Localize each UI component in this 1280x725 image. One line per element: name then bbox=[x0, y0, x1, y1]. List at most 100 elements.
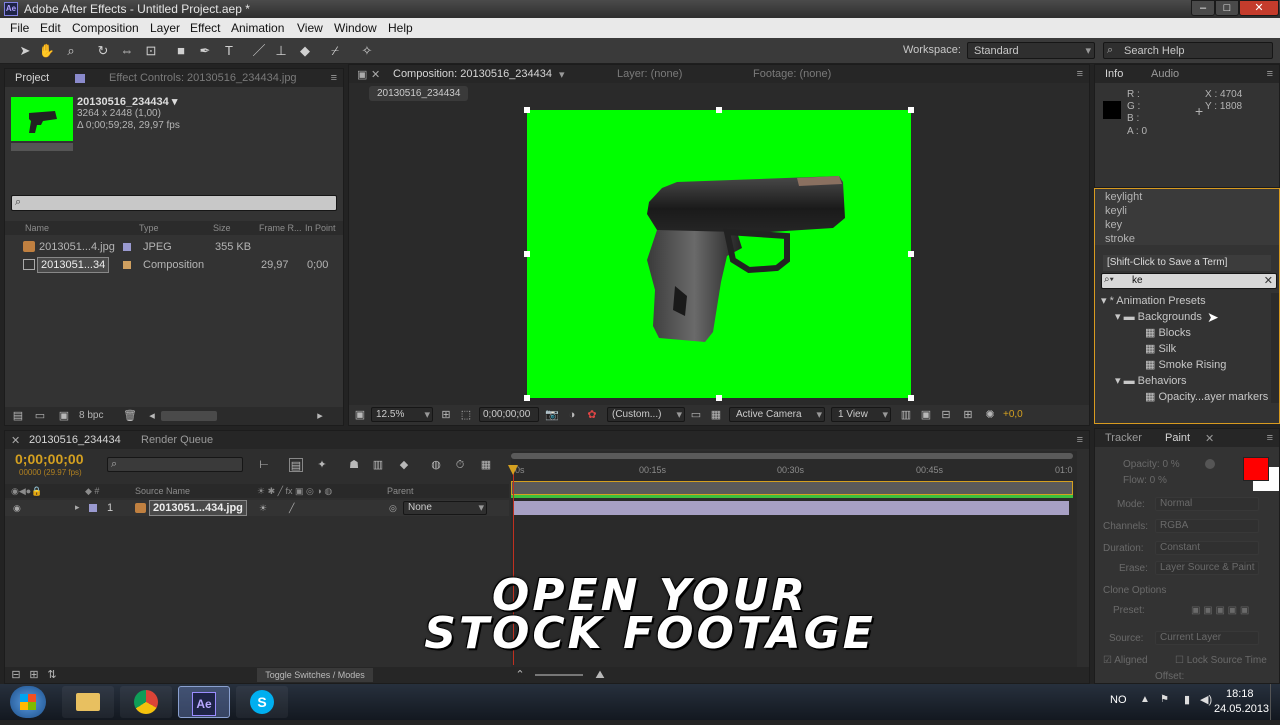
tree-preset-silk[interactable]: ▦ Silk bbox=[1145, 342, 1176, 355]
pan-behind-tool-icon[interactable]: ⊡ bbox=[142, 42, 160, 60]
project-row[interactable]: 2013051...4.jpg JPEG 355 KB bbox=[5, 239, 343, 255]
transform-handle[interactable] bbox=[908, 107, 914, 113]
chevron-down-icon[interactable]: ▾ bbox=[559, 68, 565, 81]
draft-3d-icon[interactable]: ✦ bbox=[315, 458, 329, 472]
current-time-field[interactable]: 0;00;00;00 bbox=[479, 407, 539, 422]
notification-icon[interactable]: ⚑ bbox=[1160, 694, 1169, 705]
explorer-taskbar-button[interactable] bbox=[62, 686, 114, 718]
bpc-label[interactable]: 8 bpc bbox=[79, 410, 103, 421]
pixel-aspect-icon[interactable]: ▥ bbox=[899, 408, 913, 422]
shy-switch-icon[interactable]: ☀ bbox=[259, 503, 267, 514]
tab-footage[interactable]: Footage: (none) bbox=[753, 68, 831, 80]
parent-select[interactable]: None ▾ bbox=[403, 501, 487, 515]
hand-tool-icon[interactable]: ✋ bbox=[38, 42, 56, 60]
safe-zones-icon[interactable]: ⊞ bbox=[439, 408, 453, 422]
exposure-value[interactable]: +0,0 bbox=[1003, 409, 1023, 420]
transform-handle[interactable] bbox=[716, 395, 722, 401]
tab-layer[interactable]: Layer: (none) bbox=[617, 68, 682, 80]
timeline-timecode[interactable]: 0;00;00;00 bbox=[15, 451, 84, 467]
tab-paint[interactable]: Paint bbox=[1165, 432, 1190, 444]
zoom-in-icon[interactable]: ⛰ bbox=[593, 668, 607, 682]
effects-search-input[interactable]: ⌕▾ ke ✕ bbox=[1101, 273, 1277, 289]
toggle-switches-modes-button[interactable]: Toggle Switches / Modes bbox=[257, 668, 373, 682]
flowchart-icon[interactable]: ⊞ bbox=[961, 408, 975, 422]
always-preview-icon[interactable]: ▣ bbox=[353, 408, 367, 422]
puppet-tool-icon[interactable]: ✧ bbox=[358, 42, 376, 60]
comp-mini-flowchart-icon[interactable]: ⊢ bbox=[257, 458, 271, 472]
tab-project[interactable]: Project bbox=[15, 72, 49, 84]
erase-select[interactable]: Layer Source & Paint bbox=[1155, 561, 1259, 575]
graph-editor-icon[interactable]: ▦ bbox=[479, 458, 493, 472]
transform-handle[interactable] bbox=[524, 395, 530, 401]
new-comp-icon[interactable]: ▣ bbox=[57, 409, 71, 423]
project-row[interactable]: 2013051...34 Composition 29,97 0;00 bbox=[5, 257, 343, 273]
roto-brush-tool-icon[interactable]: ⌿ bbox=[326, 42, 344, 60]
workspace-select[interactable]: Standard ▾ bbox=[967, 42, 1095, 59]
col-source-name[interactable]: Source Name bbox=[135, 486, 190, 496]
transform-handle[interactable] bbox=[716, 107, 722, 113]
resolution-select[interactable]: (Custom...) ▾ bbox=[607, 407, 685, 422]
comp-navigator-tab[interactable]: 20130516_234434 bbox=[369, 86, 469, 101]
new-folder-icon[interactable]: ▭ bbox=[33, 409, 47, 423]
timeline-zoom-slider[interactable] bbox=[535, 674, 583, 676]
selection-tool-icon[interactable]: ➤ bbox=[16, 42, 34, 60]
type-tool-icon[interactable]: T bbox=[220, 42, 238, 60]
chrome-taskbar-button[interactable] bbox=[120, 686, 172, 718]
layer-row[interactable]: ◉ ▸ 1 2013051...434.jpg ☀ ╱ ◎ None ▾ bbox=[5, 500, 509, 516]
history-item[interactable]: stroke bbox=[1105, 233, 1135, 245]
show-desktop-button[interactable] bbox=[1270, 684, 1280, 720]
toggle-modes-icon[interactable]: ⊞ bbox=[27, 668, 41, 682]
panel-menu-icon[interactable]: ≡ bbox=[1077, 434, 1083, 446]
project-search-input[interactable]: ⌕ bbox=[11, 195, 337, 211]
snapshot-icon[interactable]: 📷 bbox=[545, 408, 559, 422]
brush-tool-icon[interactable]: ／ bbox=[250, 42, 268, 60]
zoom-tool-icon[interactable]: ⌕ bbox=[62, 42, 80, 60]
panel-menu-icon[interactable]: ≡ bbox=[1267, 432, 1273, 444]
after-effects-taskbar-button[interactable]: Ae bbox=[178, 686, 230, 718]
camera-select[interactable]: Active Camera ▾ bbox=[729, 407, 825, 422]
clock-date[interactable]: 24.05.2013 bbox=[1214, 703, 1269, 715]
foreground-color-swatch[interactable] bbox=[1243, 457, 1269, 481]
tab-effect-controls[interactable]: Effect Controls: 20130516_234434.jpg bbox=[109, 72, 297, 84]
camera-tool-icon[interactable]: ⇔ bbox=[118, 42, 136, 60]
expand-layer-icon[interactable]: ▸ bbox=[75, 502, 80, 513]
save-term-hint[interactable]: [Shift-Click to Save a Term] bbox=[1103, 255, 1271, 271]
auto-keyframe-icon[interactable]: ⏱ bbox=[453, 458, 467, 472]
close-tab-icon[interactable]: ✕ bbox=[371, 68, 380, 81]
history-item[interactable]: keylight bbox=[1105, 191, 1142, 203]
tree-preset-smoke-rising[interactable]: ▦ Smoke Rising bbox=[1145, 358, 1226, 371]
exposure-icon[interactable]: ✺ bbox=[983, 408, 997, 422]
paint-flow[interactable]: Flow: 0 % bbox=[1123, 475, 1167, 486]
transform-handle[interactable] bbox=[908, 395, 914, 401]
trash-icon[interactable]: 🗑 bbox=[123, 409, 137, 423]
search-help-field[interactable]: ⌕ Search Help bbox=[1103, 42, 1273, 59]
tree-preset-blocks[interactable]: ▦ Blocks bbox=[1145, 326, 1191, 339]
tree-root-animation-presets[interactable]: ▾ * Animation Presets bbox=[1101, 294, 1206, 307]
pickwhip-icon[interactable]: ◎ bbox=[389, 503, 397, 514]
volume-icon[interactable]: ◀) bbox=[1200, 693, 1212, 706]
clone-stamp-tool-icon[interactable]: ⊥ bbox=[272, 42, 290, 60]
eraser-tool-icon[interactable]: ◆ bbox=[296, 42, 314, 60]
history-item[interactable]: keyli bbox=[1105, 205, 1127, 217]
lock-source-time-checkbox[interactable]: ☐ Lock Source Time bbox=[1175, 655, 1267, 666]
zoom-out-icon[interactable]: ⌃ bbox=[513, 668, 527, 682]
menu-file[interactable]: File bbox=[10, 21, 29, 35]
comp-viewer[interactable] bbox=[524, 107, 914, 401]
transparency-grid-icon[interactable]: ▦ bbox=[709, 408, 723, 422]
interpret-footage-icon[interactable]: ▤ bbox=[11, 409, 25, 423]
duration-select[interactable]: Constant bbox=[1155, 541, 1259, 555]
network-icon[interactable]: ▮ bbox=[1184, 693, 1190, 706]
selected-item-name[interactable]: 20130516_234434 ▾ bbox=[77, 95, 177, 108]
live-update-icon[interactable]: ▤ bbox=[289, 458, 303, 472]
toggle-stretch-icon[interactable]: ⇅ bbox=[45, 668, 59, 682]
timeline-icon[interactable]: ⊟ bbox=[939, 408, 953, 422]
panel-menu-icon[interactable]: ≡ bbox=[1077, 68, 1083, 80]
fast-previews-icon[interactable]: ▣ bbox=[919, 408, 933, 422]
scroll-right-icon[interactable]: ▸ bbox=[313, 409, 327, 423]
language-indicator[interactable]: NO bbox=[1110, 694, 1127, 706]
menu-help[interactable]: Help bbox=[388, 21, 413, 35]
panel-menu-icon[interactable]: ≡ bbox=[331, 72, 337, 84]
timeline-search-input[interactable]: ⌕ bbox=[107, 457, 243, 472]
paint-opacity[interactable]: Opacity: 0 % bbox=[1123, 459, 1180, 470]
tree-preset-opacity-layer-markers[interactable]: ▦ Opacity...ayer markers bbox=[1145, 390, 1268, 403]
